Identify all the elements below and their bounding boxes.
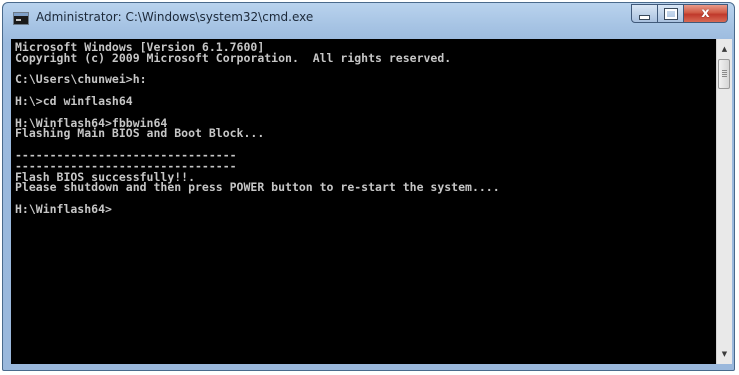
console-line: C:\Users\chunwei>h: [15, 72, 147, 87]
console-icon[interactable] [13, 12, 29, 25]
arrow-up-icon: ▲ [721, 45, 728, 53]
console-line: Copyright (c) 2009 Microsoft Corporation… [15, 50, 452, 65]
scroll-thumb[interactable] [718, 59, 730, 89]
cmd-window: Administrator: C:\Windows\system32\cmd.e… [2, 2, 735, 371]
arrow-down-icon: ▼ [721, 350, 728, 358]
maximize-button[interactable] [658, 4, 684, 23]
caption-buttons: x [631, 4, 728, 23]
scroll-up-button[interactable]: ▲ [717, 41, 732, 57]
console-output[interactable]: Microsoft Windows [Version 6.1.7600] Copy… [11, 39, 716, 364]
minimize-icon [639, 14, 650, 20]
maximize-icon [663, 7, 678, 20]
window-title: Administrator: C:\Windows\system32\cmd.e… [36, 10, 314, 24]
close-icon: x [701, 6, 710, 21]
console-prompt: H:\Winflash64> [15, 201, 112, 216]
grip-icon [722, 70, 727, 77]
console-line: Please shutdown and then press POWER but… [15, 180, 500, 195]
vertical-scrollbar[interactable]: ▲ ▼ [716, 39, 732, 364]
close-button[interactable]: x [684, 4, 728, 23]
console-line: Flashing Main BIOS and Boot Block... [15, 126, 265, 141]
minimize-button[interactable] [631, 4, 658, 23]
title-bar[interactable]: Administrator: C:\Windows\system32\cmd.e… [3, 3, 734, 39]
console-line: H:\>cd winflash64 [15, 93, 133, 108]
console-text: Microsoft Windows [Version 6.1.7600] Copy… [15, 41, 500, 216]
scroll-down-button[interactable]: ▼ [717, 346, 732, 362]
